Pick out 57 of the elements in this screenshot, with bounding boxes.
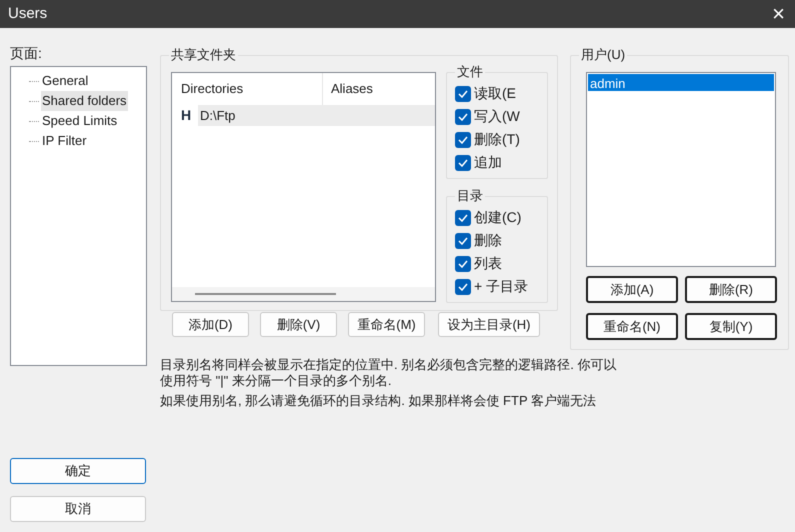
checkmark-icon (458, 112, 468, 120)
user-item[interactable]: admin (588, 74, 774, 91)
checkbox[interactable] (455, 154, 471, 170)
checkmark-icon (458, 136, 468, 144)
close-button[interactable]: × (772, 3, 785, 25)
column-header[interactable]: Aliases (323, 79, 373, 99)
checkbox-label: 读取(E (474, 84, 516, 103)
checkbox[interactable] (455, 278, 471, 294)
tree-item[interactable]: Shared folders (41, 91, 128, 111)
push-button[interactable]: 确定 (10, 458, 146, 484)
checkbox[interactable] (455, 108, 471, 124)
checkbox[interactable] (455, 86, 471, 102)
tree-line (29, 80, 39, 82)
checkmark-icon (458, 214, 468, 222)
checkbox-label: + 子目录 (474, 277, 528, 296)
scrollbar-thumb[interactable] (195, 293, 336, 295)
checkbox-label: 删除 (474, 231, 502, 250)
checkmark-icon (458, 260, 468, 268)
checkmark-icon (458, 90, 468, 98)
checkbox-label: 追加 (474, 153, 502, 172)
horizontal-scrollbar[interactable] (172, 287, 435, 301)
group-title: 文件 (455, 63, 485, 81)
push-button[interactable]: 复制(Y) (685, 313, 777, 340)
checkbox[interactable] (455, 232, 471, 248)
checkbox-label: 列表 (474, 254, 502, 273)
checkbox[interactable] (455, 256, 471, 272)
alias-note: 目录别名将同样会被显示在指定的位置中. 别名必须包含完整的逻辑路径. 你可以使用符号 "|" 来分隔一个目录的多个别名. (160, 357, 618, 389)
directory-row[interactable]: D:\Ftp (198, 105, 435, 126)
push-button[interactable]: 设为主目录(H) (438, 312, 540, 337)
checkbox[interactable] (455, 210, 471, 226)
checkbox-label: 写入(W (474, 107, 520, 126)
checkbox-label: 删除(T) (474, 130, 520, 149)
push-button[interactable]: 重命名(M) (348, 312, 425, 337)
group-title: 目录 (455, 187, 485, 205)
tree-item[interactable]: Speed Limits (41, 111, 118, 131)
tree-item[interactable]: IP Filter (41, 131, 88, 151)
checkmark-icon (458, 236, 468, 244)
push-button[interactable]: 重命名(N) (586, 313, 678, 340)
push-button[interactable]: 添加(A) (586, 276, 678, 303)
checkmark-icon (458, 282, 468, 290)
tree-line (29, 100, 39, 102)
alias-warning: 如果使用别名, 那么请避免循环的目录结构. 如果那样将会使 FTP 客户端无法 (160, 393, 597, 409)
checkbox-label: 创建(C) (474, 208, 522, 227)
group-title: 用户(U) (579, 46, 628, 64)
push-button[interactable]: 取消 (10, 496, 146, 522)
pages-label: 页面: (10, 44, 43, 62)
push-button[interactable]: 删除(V) (260, 312, 337, 337)
tree-line (29, 140, 39, 142)
checkmark-icon (458, 158, 468, 166)
window-title: Users (8, 4, 48, 24)
push-button[interactable]: 删除(R) (685, 276, 777, 303)
tree-line (29, 120, 39, 122)
home-marker: H (181, 106, 192, 125)
push-button[interactable]: 添加(D) (172, 312, 249, 337)
checkbox[interactable] (455, 132, 471, 148)
group-title: 共享文件夹 (169, 46, 238, 64)
tree-item[interactable]: General (41, 71, 90, 91)
